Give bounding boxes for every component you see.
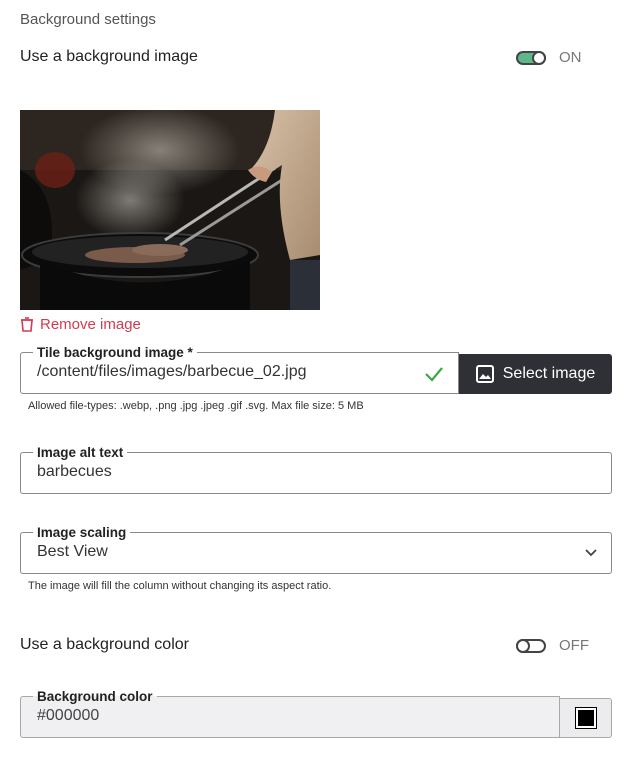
bg-color-toggle[interactable] <box>516 639 546 653</box>
image-scaling-select[interactable]: Image scaling Best View <box>20 525 612 574</box>
bg-color-toggle-label: Use a background color <box>20 636 189 653</box>
file-types-help: Allowed file-types: .webp, .png .jpg .jp… <box>28 400 364 412</box>
tile-image-path[interactable]: /content/files/images/barbecue_02.jpg <box>37 363 458 381</box>
color-swatch <box>574 707 597 729</box>
trash-icon <box>21 317 33 332</box>
image-scaling-value[interactable]: Best View <box>37 543 611 561</box>
alt-text-legend: Image alt text <box>37 445 124 460</box>
toggle-knob <box>516 639 530 653</box>
section-title: Background settings <box>20 11 156 28</box>
barbecue-photo <box>20 110 320 310</box>
check-icon <box>425 367 443 382</box>
bg-color-toggle-state: OFF <box>559 637 589 654</box>
select-image-button[interactable]: Select image <box>459 354 612 394</box>
image-scaling-help: The image will fill the column without c… <box>28 580 332 592</box>
bg-image-toggle-label: Use a background image <box>20 48 198 65</box>
remove-image-label: Remove image <box>40 316 141 333</box>
tile-image-legend: Tile background image * <box>37 345 193 360</box>
select-image-label: Select image <box>502 365 596 382</box>
alt-text-value[interactable]: barbecues <box>37 463 611 481</box>
remove-image-link[interactable]: Remove image <box>20 316 141 333</box>
bg-color-field: Background color #000000 <box>20 689 560 738</box>
image-icon <box>475 365 494 383</box>
bg-image-toggle[interactable] <box>516 51 546 65</box>
alt-text-field[interactable]: Image alt text barbecues <box>20 445 612 494</box>
bg-color-value: #000000 <box>37 707 100 724</box>
chevron-down-icon[interactable] <box>584 548 598 558</box>
tile-image-field[interactable]: Tile background image * /content/files/i… <box>20 345 459 394</box>
bg-color-legend: Background color <box>37 689 153 704</box>
bg-image-toggle-state: ON <box>559 49 582 66</box>
image-scaling-legend: Image scaling <box>37 525 127 540</box>
color-swatch-button[interactable] <box>560 698 612 738</box>
background-image-preview <box>20 110 320 310</box>
toggle-knob <box>532 51 546 65</box>
